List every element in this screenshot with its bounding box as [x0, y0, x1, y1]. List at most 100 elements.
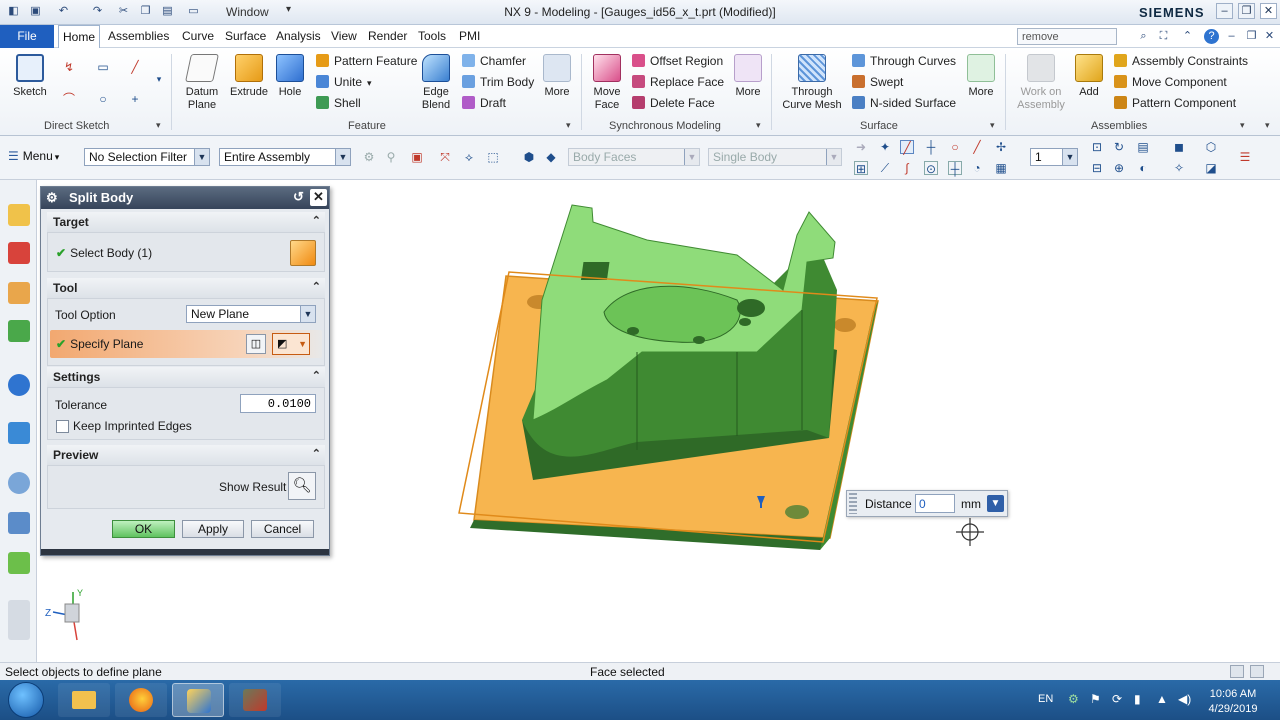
drag-handle-icon[interactable] — [849, 493, 857, 514]
close-icon[interactable]: ✕ — [310, 189, 327, 206]
assemblies-options-icon[interactable]: ▾ — [1240, 120, 1245, 131]
snap-icon[interactable]: ⤧ — [438, 150, 452, 164]
nx-taskbar-button[interactable] — [172, 683, 224, 717]
delete-face-button[interactable]: Delete Face — [632, 96, 715, 110]
direct-sketch-options-icon[interactable]: ▾ — [156, 120, 161, 131]
cancel-button[interactable]: Cancel — [251, 520, 314, 538]
move-component-button[interactable]: Move Component — [1114, 75, 1227, 89]
tab-render[interactable]: Render — [368, 29, 407, 43]
ribbon-options-icon[interactable]: ▾ — [1265, 120, 1270, 131]
history-icon[interactable] — [8, 422, 30, 444]
circle-icon[interactable]: ○ — [96, 92, 110, 106]
start-button[interactable] — [8, 682, 44, 718]
feature-more-button[interactable]: More — [542, 54, 572, 99]
plane-dialog-icon[interactable]: ◫ — [246, 334, 266, 354]
datum-plane-button[interactable]: Datum Plane — [180, 54, 224, 112]
intersection-icon[interactable]: ╱ — [970, 140, 984, 154]
doc-restore-icon[interactable]: ❐ — [1244, 29, 1259, 44]
battery-icon[interactable]: ▮ — [1134, 692, 1141, 706]
inferred-plane-icon[interactable]: ◩ ▼ — [272, 333, 310, 355]
volume-icon[interactable]: ◀) — [1178, 692, 1191, 706]
existing-point-icon[interactable]: ✢ — [994, 140, 1008, 154]
system-clock[interactable]: 10:06 AM 4/29/2019 — [1204, 687, 1262, 717]
work-layer-select[interactable]: 1 ▼ — [1030, 148, 1078, 166]
ok-button[interactable]: OK — [112, 520, 175, 538]
firefox-taskbar-button[interactable] — [115, 683, 167, 717]
close-window-button[interactable]: ✕ — [1260, 3, 1277, 19]
sketch-button[interactable]: Sketch — [10, 54, 50, 99]
control-point-icon[interactable]: ○ — [948, 140, 962, 154]
unit-dropdown-icon[interactable]: ▼ — [987, 495, 1004, 512]
tab-analysis[interactable]: Analysis — [276, 29, 321, 43]
settings-section-header[interactable]: Settings ⌃ — [47, 367, 325, 387]
line-icon[interactable]: ╱ — [128, 60, 142, 74]
toolbar-options-icon[interactable]: ☰ — [1238, 150, 1252, 164]
point-icon[interactable]: + — [128, 92, 142, 106]
swept-button[interactable]: Swept — [852, 75, 903, 89]
chamfer-button[interactable]: Chamfer — [462, 54, 526, 68]
trim-body-button[interactable]: Trim Body — [462, 75, 534, 89]
tolerance-input[interactable] — [240, 394, 316, 413]
reuse-library-icon[interactable] — [8, 320, 30, 342]
through-curve-mesh-button[interactable]: Through Curve Mesh — [780, 54, 844, 112]
clip-section-icon[interactable]: ⊟ — [1090, 161, 1104, 175]
fit-icon[interactable]: ⊡ — [1090, 140, 1104, 154]
surface-options-icon[interactable]: ▾ — [990, 120, 995, 131]
restore-button[interactable]: ❐ — [1238, 3, 1255, 19]
edge-display-icon[interactable]: ⬡ — [1204, 140, 1218, 154]
orient-view-icon[interactable]: ▤ — [1136, 140, 1150, 154]
process-studio-icon[interactable] — [8, 512, 30, 534]
help-icon[interactable]: ? — [1204, 29, 1219, 44]
selection-scope-select[interactable]: Entire Assembly ▼ — [219, 148, 351, 166]
collapse-icon[interactable]: ⌃ — [312, 447, 321, 460]
pole-icon[interactable]: ◔ — [970, 161, 984, 175]
replace-face-button[interactable]: Replace Face — [632, 75, 724, 89]
mid-point-icon[interactable]: ┼ — [924, 140, 938, 154]
rotate-icon[interactable]: ↻ — [1112, 140, 1126, 154]
wifi-icon[interactable]: ▲ — [1156, 692, 1168, 706]
extrude-button[interactable]: Extrude — [228, 54, 270, 99]
apply-button[interactable]: Apply — [182, 520, 244, 538]
arc-icon[interactable]: ⌒ — [62, 92, 76, 106]
target-section-header[interactable]: Target ⌃ — [47, 212, 325, 232]
roles-icon[interactable] — [8, 552, 30, 574]
tab-curve[interactable]: Curve — [182, 29, 214, 43]
sync-icon[interactable]: ⟳ — [1112, 692, 1122, 706]
profile-icon[interactable]: ↯ — [62, 60, 76, 74]
sync-more-button[interactable]: More — [732, 54, 764, 99]
through-curves-button[interactable]: Through Curves — [852, 54, 956, 68]
draft-button[interactable]: Draft — [462, 96, 506, 110]
part-navigator-icon[interactable] — [8, 282, 30, 304]
offset-region-button[interactable]: Offset Region — [632, 54, 723, 68]
tool-section-header[interactable]: Tool ⌃ — [47, 278, 325, 298]
file-tab[interactable]: File — [0, 25, 54, 48]
rectangle-icon[interactable]: ▭ — [96, 60, 110, 74]
quadrant-icon[interactable]: ┼ — [948, 161, 962, 176]
shell-button[interactable]: Shell — [316, 96, 361, 110]
point-on-curve-icon[interactable]: ⟋ — [878, 161, 892, 175]
clock-icon[interactable] — [8, 472, 30, 494]
tab-home[interactable]: Home — [58, 25, 100, 49]
web-browser-icon[interactable] — [8, 374, 30, 396]
dialog-title-bar[interactable]: ⚙ Split Body ↺ ✕ — [41, 187, 329, 209]
doc-minimize-icon[interactable]: – — [1224, 29, 1239, 44]
feature-options-icon[interactable]: ▾ — [566, 120, 571, 131]
lighting-icon[interactable]: ✧ — [1172, 161, 1186, 175]
constraint-navigator-icon[interactable] — [8, 242, 30, 264]
pattern-feature-button[interactable]: Pattern Feature — [316, 54, 417, 68]
show-result-magnifier-icon[interactable]: 🔍︎ — [288, 472, 316, 500]
tab-view[interactable]: View — [331, 29, 357, 43]
resource-scroll-icon[interactable] — [8, 600, 30, 640]
select-body-cube-icon[interactable] — [290, 240, 316, 266]
cube-icon[interactable]: ◆ — [544, 150, 558, 164]
keep-imprinted-checkbox[interactable] — [56, 420, 69, 433]
search-icon[interactable]: ⌕ — [1136, 29, 1151, 44]
edge-blend-button[interactable]: Edge Blend — [418, 54, 454, 112]
tab-pmi[interactable]: PMI — [459, 29, 480, 43]
assembly-constraints-button[interactable]: Assembly Constraints — [1114, 54, 1248, 68]
menu-button[interactable]: ☰ Menu ▾ — [8, 149, 59, 163]
render-style-icon[interactable]: ◼ — [1172, 140, 1186, 154]
arc-center-icon[interactable]: ∫ — [900, 161, 914, 175]
pattern-component-button[interactable]: Pattern Component — [1114, 96, 1236, 110]
tool-option-select[interactable]: New Plane ▼ — [186, 305, 316, 323]
